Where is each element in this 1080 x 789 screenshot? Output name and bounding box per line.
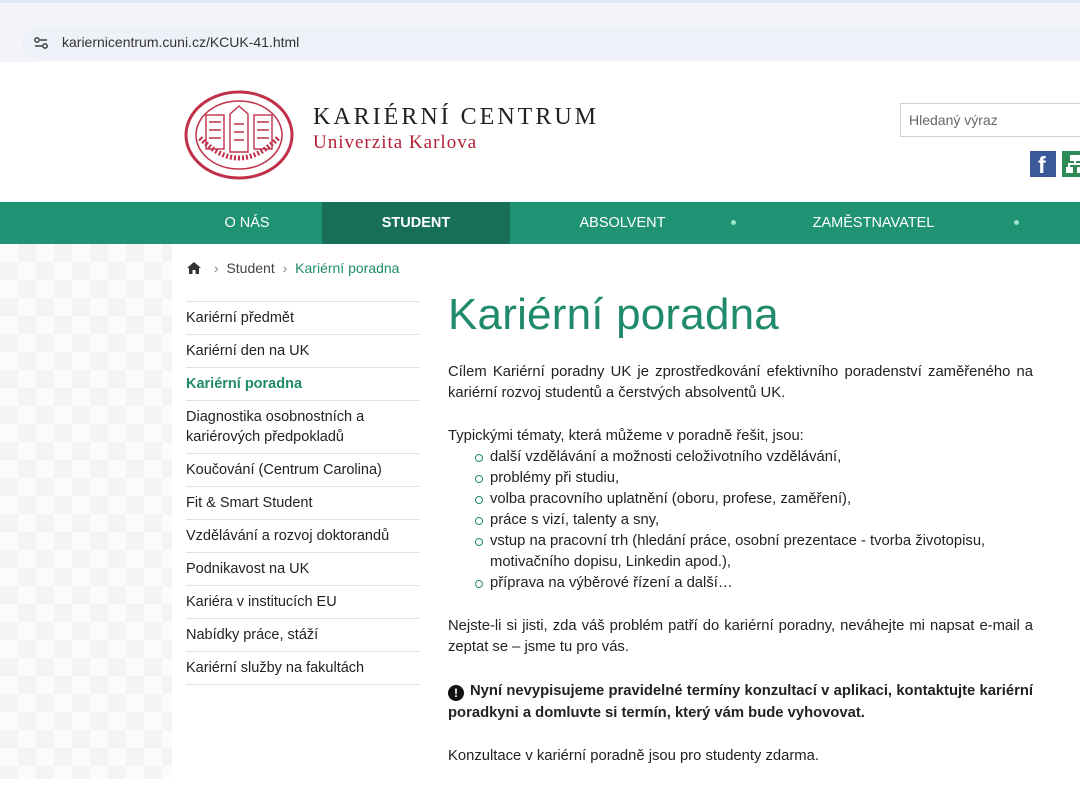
site-title[interactable]: KARIÉRNÍ CENTRUM	[313, 104, 599, 131]
page-title: Kariérní poradna	[448, 290, 779, 339]
breadcrumb-current: Kariérní poradna	[295, 260, 400, 276]
intro-paragraph: Cílem Kariérní poradny UK je zprostředko…	[448, 364, 1033, 401]
breadcrumb-separator: ›	[282, 260, 288, 276]
address-bar[interactable]: kariernicentrum.cuni.cz/KCUK-41.html	[22, 27, 1080, 59]
nav-item-zamestnavatel[interactable]: ZAMĚSTNAVATEL	[736, 202, 1011, 244]
contact-paragraph: Nejste-li si jisti, zda váš problém patř…	[448, 618, 1033, 655]
list-item: příprava na výběrové řízení a další…	[475, 573, 1033, 594]
sidebar-item-karierni-den[interactable]: Kariérní den na UK	[186, 334, 420, 367]
breadcrumb-separator: ›	[213, 260, 219, 276]
nav-item-absolvent[interactable]: ABSOLVENT	[510, 202, 735, 244]
home-icon[interactable]	[187, 262, 201, 274]
free-consultation-note: Konzultace v kariérní poradně jsou pro s…	[448, 748, 819, 764]
list-item: problémy při studiu,	[475, 468, 1033, 489]
sidebar-item-diagnostika[interactable]: Diagnostika osobnostních a kariérových p…	[186, 400, 420, 453]
warning-icon: !	[448, 685, 464, 701]
sidebar-item-karierni-poradna[interactable]: Kariérní poradna	[186, 367, 420, 400]
university-seal-logo[interactable]	[184, 90, 294, 180]
breadcrumb: › Student › Kariérní poradna	[187, 260, 399, 276]
breadcrumb-student[interactable]: Student	[226, 260, 274, 276]
sidebar-item-karierni-sluzby[interactable]: Kariérní služby na fakultách	[186, 651, 420, 685]
site-header: KARIÉRNÍ CENTRUM Univerzita Karlova Hled…	[0, 62, 1080, 203]
nav-item-o-nas[interactable]: O NÁS	[172, 202, 322, 244]
sidebar-item-koucovani[interactable]: Koučování (Centrum Carolina)	[186, 453, 420, 486]
search-placeholder: Hledaný výraz	[909, 112, 998, 128]
main-content: Kariérní poradna Cílem Kariérní poradny …	[448, 290, 1033, 789]
notice-text: Nyní nevypisujeme pravidelné termíny kon…	[448, 683, 1033, 721]
sitemap-icon[interactable]	[1062, 151, 1080, 177]
facebook-icon[interactable]: f	[1030, 151, 1056, 178]
consultation-notice: ! Nyní nevypisujeme pravidelné termíny ko…	[448, 680, 1033, 724]
list-item: vstup na pracovní trh (hledání práce, os…	[475, 531, 1033, 573]
sidebar-item-doktorandi[interactable]: Vzdělávání a rozvoj doktorandů	[186, 519, 420, 552]
nav-item-student[interactable]: STUDENT	[322, 202, 510, 244]
nav-separator-dot	[1014, 220, 1019, 225]
university-name[interactable]: Univerzita Karlova	[313, 132, 477, 154]
topics-intro: Typickými tématy, která můžeme v poradně…	[448, 428, 804, 444]
list-item: práce s vizí, talenty a sny,	[475, 510, 1033, 531]
browser-toolbar: kariernicentrum.cuni.cz/KCUK-41.html	[0, 0, 1080, 65]
sidebar-item-karierni-predmet[interactable]: Kariérní předmět	[186, 301, 420, 334]
web-page: KARIÉRNÍ CENTRUM Univerzita Karlova Hled…	[0, 62, 1080, 779]
sidebar-item-fit-smart-student[interactable]: Fit & Smart Student	[186, 486, 420, 519]
sidebar-item-nabidky-prace[interactable]: Nabídky práce, stáží	[186, 618, 420, 651]
decorative-pattern	[0, 244, 172, 779]
main-navigation: O NÁS STUDENT ABSOLVENT ZAMĚSTNAVATEL	[0, 202, 1080, 244]
sidebar-navigation: Kariérní předmět Kariérní den na UK Kari…	[186, 301, 420, 685]
topics-list: další vzdělávání a možnosti celoživotníh…	[448, 447, 1033, 594]
search-input[interactable]: Hledaný výraz	[900, 103, 1080, 137]
url-text[interactable]: kariernicentrum.cuni.cz/KCUK-41.html	[62, 34, 299, 50]
sidebar-item-kariera-eu[interactable]: Kariéra v institucích EU	[186, 585, 420, 618]
list-item: další vzdělávání a možnosti celoživotníh…	[475, 447, 1033, 468]
sidebar-item-podnikavost[interactable]: Podnikavost na UK	[186, 552, 420, 585]
list-item: volba pracovního uplatnění (oboru, profe…	[475, 489, 1033, 510]
site-settings-icon[interactable]	[32, 34, 50, 52]
